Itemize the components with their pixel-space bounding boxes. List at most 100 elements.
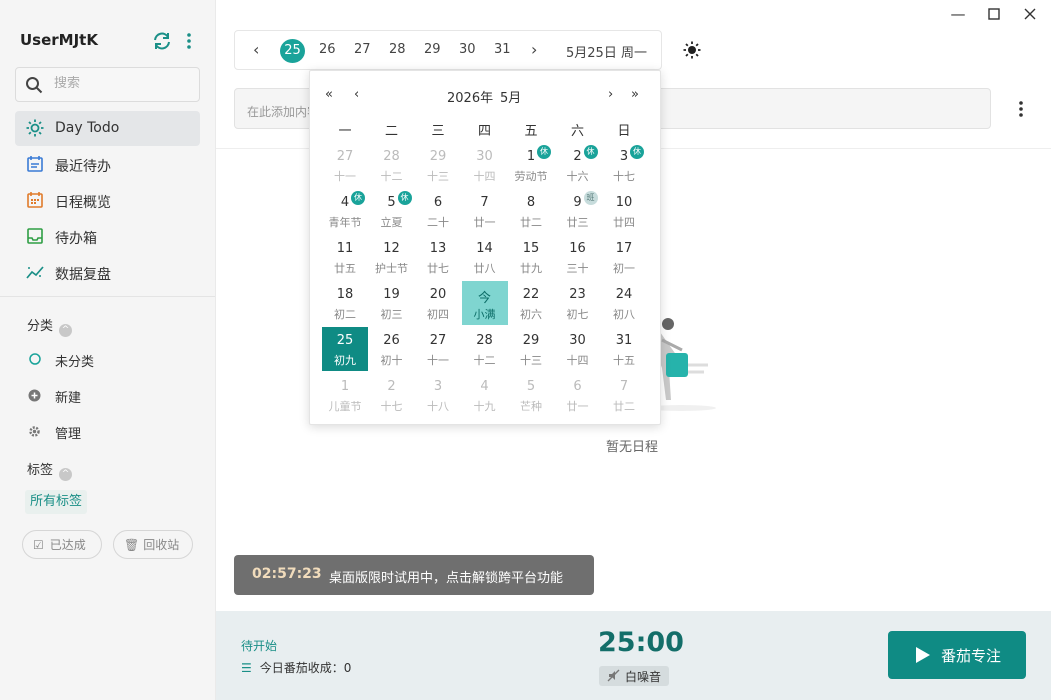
next-year-icon[interactable]: » [631,87,639,102]
search-box[interactable] [15,67,200,102]
calendar-day-cell[interactable]: 18 初二 [322,281,368,325]
current-date-label[interactable]: 5月25日 周一 [566,42,647,61]
calendar-day-cell[interactable]: 27 十一 [322,143,368,187]
next-month-icon[interactable]: › [608,87,613,102]
calendar-day-cell[interactable]: 15 廿九 [508,235,554,279]
calendar-day-cell[interactable]: 28 十二 [369,143,415,187]
calendar-day-cell[interactable]: 29 十三 [415,143,461,187]
calendar-day-cell[interactable]: 20 初四 [415,281,461,325]
prev-year-icon[interactable]: « [325,87,333,102]
nav-recent[interactable]: 最近待办 [15,147,200,182]
calendar-day-cell[interactable]: 10 廿四 [601,189,647,233]
all-tags-chip[interactable]: 所有标签 [25,490,88,514]
nav-review[interactable]: 数据复盘 [15,255,200,290]
calendar-selected-cell[interactable]: 25 初九 [322,327,368,371]
calendar-day-cell[interactable]: 4 十九 [462,373,508,417]
calendar-day-cell[interactable]: 2 十七 [369,373,415,417]
calendar-day-cell[interactable]: 7 廿一 [462,189,508,233]
trash-button[interactable]: 🗑 回收站 [113,530,193,559]
calendar-day-cell[interactable]: 8 廿二 [508,189,554,233]
lunar-label: 十七 [613,170,635,183]
calendar-day-cell[interactable]: 5 立夏休 [369,189,415,233]
white-noise-button[interactable]: 白噪音 [599,666,669,686]
day-number: 15 [522,241,540,256]
category-title: 分类 [27,319,54,334]
calendar-day-cell[interactable]: 17 初一 [601,235,647,279]
calendar-day-cell[interactable]: 13 廿七 [415,235,461,279]
category-label: 未分类 [55,355,95,370]
day-28[interactable]: 28 [389,42,406,57]
calendar-day-cell[interactable]: 7 廿二 [601,373,647,417]
day-30[interactable]: 30 [459,42,476,57]
day-number: 30 [569,333,586,348]
day-number: 6 [573,379,582,394]
month-label[interactable]: 5月 [500,87,521,106]
minimize-icon[interactable]: — [948,5,968,23]
day-number: 8 [526,195,536,210]
calendar-day-cell[interactable]: 30 十四 [462,143,508,187]
tag-header[interactable]: 标签 ^ [27,459,73,481]
year-label[interactable]: 2026年 [447,87,493,106]
search-input[interactable] [54,76,184,91]
nav-inbox[interactable]: 待办箱 [15,219,200,254]
calendar-day-cell[interactable]: 16 三十 [555,235,601,279]
more-icon[interactable] [182,31,196,51]
calendar-day-cell[interactable]: 12 护士节 [369,235,415,279]
nav-day-todo[interactable]: Day Todo [15,111,200,146]
calendar-day-cell[interactable]: 27 十一 [415,327,461,371]
calendar-day-cell[interactable]: 14 廿八 [462,235,508,279]
calendar-day-cell[interactable]: 24 初八 [601,281,647,325]
calendar-day-cell[interactable]: 22 初六 [508,281,554,325]
calendar-day-cell[interactable]: 31 十五 [601,327,647,371]
calendar-day-cell[interactable]: 28 十二 [462,327,508,371]
calendar-day-cell[interactable]: 5 芒种 [508,373,554,417]
nav-schedule[interactable]: 日程概览 [15,183,200,218]
chevron-up-icon[interactable]: ^ [59,468,73,481]
calendar-day-cell[interactable]: 9 廿三班 [555,189,601,233]
calendar-day-cell[interactable]: 11 廿五 [322,235,368,279]
chevron-right-icon[interactable]: › [531,40,537,59]
calendar-day-cell[interactable]: 2 十六休 [555,143,601,187]
category-header[interactable]: 分类 ^ [27,315,73,337]
calendar-day-cell[interactable]: 19 初三 [369,281,415,325]
theme-sun-icon[interactable] [682,40,702,60]
calendar-day-cell[interactable]: 23 初七 [555,281,601,325]
sync-icon[interactable] [151,31,173,51]
close-icon[interactable] [1020,5,1040,23]
nav-label: 最近待办 [55,159,111,175]
chevron-left-icon[interactable]: ‹ [253,40,259,59]
day-31[interactable]: 31 [494,42,511,57]
holiday-badge: 休 [583,145,598,159]
calendar-day-cell[interactable]: 1 劳动节休 [508,143,554,187]
calendar-today-cell[interactable]: 今小满 [461,281,508,325]
day-number: 11 [336,241,354,256]
day-29[interactable]: 29 [424,42,441,57]
calendar-day-cell[interactable]: 3 十七休 [601,143,647,187]
day-number: 20 [429,287,447,302]
lunar-label: 十九 [473,400,496,413]
calendar-day-cell[interactable]: 3 十八 [415,373,461,417]
calendar-day-cell[interactable]: 6 二十 [415,189,461,233]
lunar-label: 十五 [613,354,635,367]
calendar-day-cell[interactable]: 1 儿童节 [322,373,368,417]
day-26[interactable]: 26 [319,42,336,57]
weekday-header: 日 [617,124,631,139]
maximize-icon[interactable] [984,5,1004,23]
day-25[interactable]: 25 [280,39,305,63]
more-vertical-icon[interactable] [1014,98,1028,120]
done-button[interactable]: ☑ 已达成 [22,530,102,559]
day-27[interactable]: 27 [354,42,371,57]
weekday-header: 三 [431,124,445,139]
lunar-label: 初一 [613,262,635,275]
calendar-day-cell[interactable]: 4 青年节休 [322,189,368,233]
start-focus-button[interactable]: 番茄专注 [888,631,1026,679]
prev-month-icon[interactable]: ‹ [354,87,359,102]
lunar-label: 十一 [334,170,356,183]
tomato-count-label: 今日番茄收成：0 [259,661,352,675]
chevron-up-icon[interactable]: ^ [59,324,73,337]
calendar-day-cell[interactable]: 29 十三 [508,327,554,371]
calendar-day-cell[interactable]: 6 廿一 [555,373,601,417]
calendar-day-cell[interactable]: 30 十四 [555,327,601,371]
calendar-day-cell[interactable]: 26 初十 [369,327,415,371]
trial-banner[interactable]: 02:57:23 桌面版限时试用中，点击解锁跨平台功能 [234,555,594,595]
